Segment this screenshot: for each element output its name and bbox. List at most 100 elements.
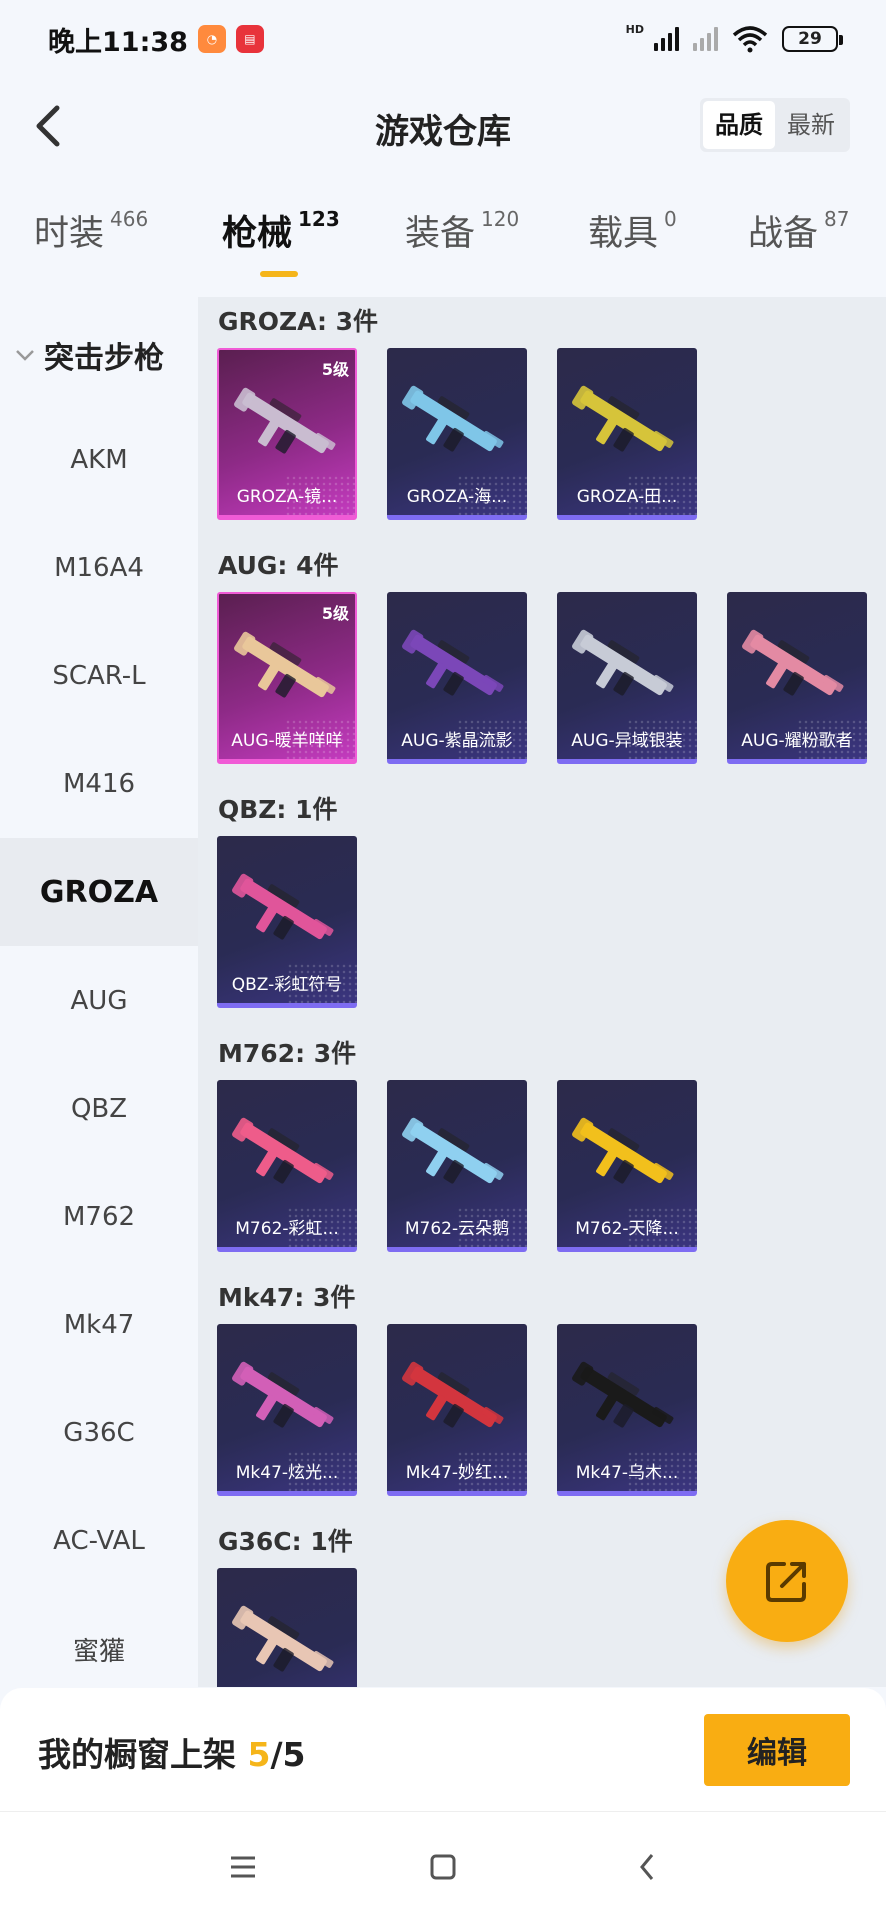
tab-label: 战备 [748,214,819,254]
card-label: GROZA-海... [406,487,508,507]
weapon-sidebar: 突击步枪 AKM M16A4 SCAR-L M416 GROZA AUG QBZ… [0,297,198,1687]
sort-toggle: 品质 最新 [700,98,850,152]
card-label: AUG-暖羊咩咩 [231,731,343,751]
home-button[interactable] [418,1842,468,1892]
weapon-skin-card[interactable]: M762-天降... [557,1080,697,1252]
card-label: QBZ-彩虹符号 [231,975,343,995]
tab-label: 载具 [588,214,659,254]
weapon-skin-card[interactable]: AUG-耀粉歌者 [727,592,867,764]
chevron-down-icon [16,350,34,361]
battery-level: 29 [798,29,822,49]
sidebar-item-akm[interactable]: AKM [0,406,198,514]
sidebar-item-m416[interactable]: M416 [0,730,198,838]
rifle-icon [234,387,336,454]
level-tag: 5级 [321,360,349,379]
weapon-skin-card[interactable]: Mk47-炫光... [217,1324,357,1496]
card-label: M762-彩虹... [235,1219,339,1239]
app-notification-icon: ◔ [197,25,226,53]
weapon-grid: GROZA: 3件 5级 GROZA-镜... GROZA-海... GROZA-田..… [198,297,886,1687]
card-label: M762-云朵鹅 [404,1219,510,1239]
system-nav-bar [0,1812,886,1920]
nav-back-button[interactable] [622,1842,672,1892]
rifle-icon [742,629,844,696]
card-label: GROZA-田... [576,487,678,507]
tab-equipment[interactable]: 装备 120 [405,205,519,256]
group-title: M762: 3件 [218,1039,357,1068]
share-external-icon [766,1562,806,1602]
signal-icon [654,27,679,51]
sidebar-item-scar-l[interactable]: SCAR-L [0,622,198,730]
menu-icon [231,1856,255,1878]
share-button[interactable] [726,1520,848,1642]
rifle-icon [232,1117,334,1184]
active-tab-indicator [260,271,298,277]
tab-supplies[interactable]: 战备 87 [748,205,849,256]
category-tabs: 时装 466 枪械 123 装备 120 载具 0 战备 87 [0,205,886,295]
showcase-bar: 我的橱窗上架 5/5 编辑 [0,1688,886,1812]
rifle-icon [232,1605,334,1672]
showcase-label: 我的橱窗上架 5/5 [38,1728,305,1776]
weapon-skin-card[interactable]: Mk47-妙红... [387,1324,527,1496]
home-icon [430,1854,456,1880]
signal-2-icon [693,27,718,51]
level-tag: 5级 [321,604,349,623]
sidebar-item-g36c[interactable]: G36C [0,1379,198,1487]
sidebar-item-mk47[interactable]: Mk47 [0,1271,198,1379]
status-time: 晚上11:38 [48,26,188,58]
news-notification-icon: ▤ [235,25,264,53]
rifle-icon [402,385,504,452]
card-label: AUG-耀粉歌者 [741,731,853,751]
showcase-count: 5 [247,1735,271,1774]
rifle-icon [232,873,334,940]
weapon-skin-card[interactable]: M762-云朵鹅 [387,1080,527,1252]
sidebar-item-honey-badger[interactable]: 蜜獾 [0,1595,198,1703]
tab-count: 0 [664,207,677,231]
rifle-icon [572,385,674,452]
battery-icon: 29 [782,26,843,52]
card-label: AUG-紫晶流影 [401,731,513,751]
sidebar-item-qbz[interactable]: QBZ [0,1055,198,1163]
tab-vehicles[interactable]: 载具 0 [588,205,677,256]
menu-button[interactable] [218,1842,268,1892]
showcase-label-text: 我的橱窗上架 [38,1735,248,1774]
card-label: M762-天降... [575,1219,679,1239]
sidebar-item-groza[interactable]: GROZA [0,838,198,946]
showcase-total: /5 [270,1735,306,1774]
sidebar-item-aug[interactable]: AUG [0,947,198,1055]
tab-firearms[interactable]: 枪械 123 [222,205,340,256]
weapon-skin-card[interactable]: 5级 AUG-暖羊咩咩 [217,592,357,764]
group-title: G36C: 1件 [218,1527,353,1556]
edit-button[interactable]: 编辑 [704,1714,850,1786]
card-label: AUG-异域银装 [571,731,683,751]
weapon-skin-card[interactable]: M762-彩虹... [217,1080,357,1252]
tab-label: 枪械 [222,214,293,254]
wifi-icon [732,26,768,53]
tab-count: 123 [298,207,340,231]
weapon-skin-card[interactable]: GROZA-海... [387,348,527,520]
weapon-skin-card[interactable]: AUG-异域银装 [557,592,697,764]
card-label: Mk47-妙红... [405,1463,509,1483]
group-title: GROZA: 3件 [218,307,379,336]
tab-count: 87 [824,207,850,231]
sidebar-item-m762[interactable]: M762 [0,1163,198,1271]
weapon-skin-card[interactable]: QBZ-彩虹符号 [217,836,357,1008]
rifle-icon [572,1117,674,1184]
tab-label: 装备 [405,214,476,254]
weapon-skin-card[interactable] [217,1568,357,1687]
tab-fashion[interactable]: 时装 466 [34,205,148,256]
sidebar-item-m16a4[interactable]: M16A4 [0,514,198,622]
weapon-skin-card[interactable]: Mk47-乌木... [557,1324,697,1496]
rifle-icon [572,629,674,696]
rifle-icon [234,631,336,698]
tab-count: 120 [481,207,520,231]
nav-back-icon [640,1854,654,1880]
sort-newest-button[interactable]: 最新 [775,101,847,149]
weapon-skin-card[interactable]: GROZA-田... [557,348,697,520]
weapon-skin-card[interactable]: 5级 GROZA-镜... [217,348,357,520]
sidebar-item-ac-val[interactable]: AC-VAL [0,1487,198,1595]
weapon-skin-card[interactable]: AUG-紫晶流影 [387,592,527,764]
sidebar-heading-assault-rifles[interactable]: 突击步枪 [14,333,164,377]
rifle-icon [402,629,504,696]
header: 游戏仓库 品质 最新 [0,78,886,174]
sort-quality-button[interactable]: 品质 [703,101,775,149]
